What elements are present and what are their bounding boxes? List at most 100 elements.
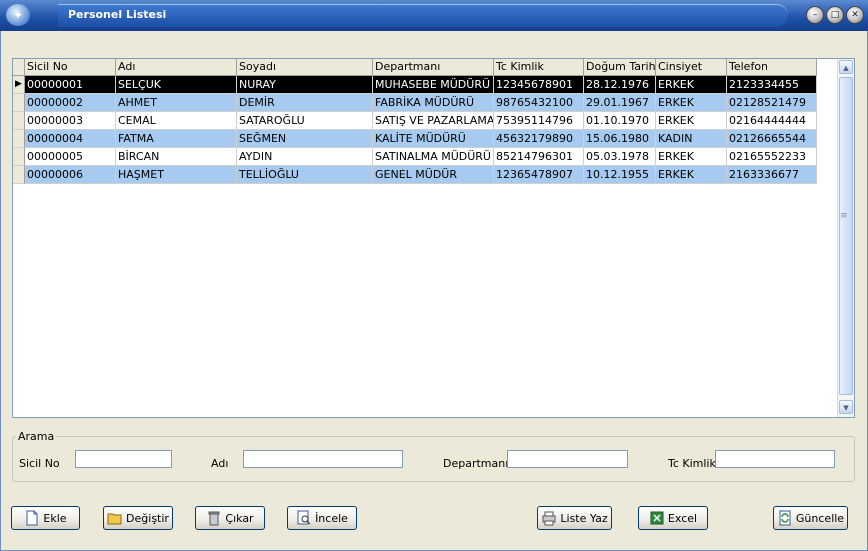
table-cell[interactable]: AHMET: [116, 94, 237, 112]
column-header[interactable]: Sicil No: [25, 59, 116, 75]
table-cell[interactable]: BİRCAN: [116, 148, 237, 166]
table-cell[interactable]: AYDIN: [237, 148, 373, 166]
table-row[interactable]: ▶ 00000001 SELÇUK NURAY MUHASEBE MÜDÜRÜ 12345…: [13, 76, 817, 94]
table-cell[interactable]: KADIN: [656, 130, 727, 148]
adi-label: Adı: [211, 457, 229, 470]
table-cell[interactable]: FATMA: [116, 130, 237, 148]
table-cell[interactable]: SATAROĞLU: [237, 112, 373, 130]
liste-yaz-button[interactable]: Liste Yaz: [537, 506, 612, 530]
table-cell[interactable]: NURAY: [237, 76, 373, 94]
table-cell[interactable]: 98765432100: [494, 94, 584, 112]
table-cell[interactable]: SELÇUK: [116, 76, 237, 94]
table-cell[interactable]: 00000004: [25, 130, 116, 148]
table-cell[interactable]: SATINALMA MÜDÜRÜ: [373, 148, 494, 166]
table-cell[interactable]: 85214796301: [494, 148, 584, 166]
folder-icon: [107, 513, 122, 525]
table-row[interactable]: 00000004 FATMA SEĞMEN KALİTE MÜDÜRÜ 45632179…: [13, 130, 817, 148]
table-cell[interactable]: HAŞMET: [116, 166, 237, 184]
incele-button[interactable]: İncele: [287, 506, 357, 530]
maximize-icon[interactable]: □: [826, 6, 844, 24]
table-cell[interactable]: 2163336677: [727, 166, 817, 184]
table-cell[interactable]: 28.12.1976: [584, 76, 656, 94]
row-indicator[interactable]: [13, 130, 25, 148]
degistir-button[interactable]: Değiştir: [103, 506, 173, 530]
incele-label: İncele: [315, 511, 348, 525]
tc-label: Tc Kimlik: [668, 457, 716, 470]
scroll-down-icon[interactable]: ▼: [839, 400, 853, 414]
table-row[interactable]: 00000003 CEMAL SATAROĞLU SATIŞ VE PAZARLAMA…: [13, 112, 817, 130]
column-header[interactable]: Soyadı: [237, 59, 373, 75]
table-cell[interactable]: ERKEK: [656, 112, 727, 130]
tc-input[interactable]: [715, 450, 835, 468]
table-cell[interactable]: 02128521479: [727, 94, 817, 112]
minimize-icon[interactable]: –: [806, 6, 824, 24]
table-cell[interactable]: 00000005: [25, 148, 116, 166]
window-controls: – □ ✕: [806, 6, 864, 24]
row-indicator[interactable]: [13, 166, 25, 184]
table-cell[interactable]: 12345678901: [494, 76, 584, 94]
row-pointer-icon[interactable]: ▶: [13, 76, 25, 94]
table-cell[interactable]: 45632179890: [494, 130, 584, 148]
row-indicator[interactable]: [13, 94, 25, 112]
title-band: [58, 4, 788, 27]
table-cell[interactable]: ERKEK: [656, 76, 727, 94]
table-cell[interactable]: TELLİOĞLU: [237, 166, 373, 184]
table-row[interactable]: 00000005 BİRCAN AYDIN SATINALMA MÜDÜRÜ 85214…: [13, 148, 817, 166]
title-bar[interactable]: ✦ Personel Listesi – □ ✕: [0, 0, 868, 31]
ekle-button[interactable]: Ekle: [11, 506, 80, 530]
table-cell[interactable]: 01.10.1970: [584, 112, 656, 130]
guncelle-button[interactable]: Güncelle: [773, 506, 848, 530]
column-header[interactable]: Adı: [116, 59, 237, 75]
column-header[interactable]: Cinsiyet: [656, 59, 727, 75]
cikar-button[interactable]: Çıkar: [195, 506, 265, 530]
table-cell[interactable]: 05.03.1978: [584, 148, 656, 166]
column-header[interactable]: Tc Kimlik: [494, 59, 584, 75]
app-icon[interactable]: ✦: [6, 4, 30, 26]
table-cell[interactable]: KALİTE MÜDÜRÜ: [373, 130, 494, 148]
table-cell[interactable]: 02164444444: [727, 112, 817, 130]
table-cell[interactable]: 02165552233: [727, 148, 817, 166]
table-cell[interactable]: 02126665544: [727, 130, 817, 148]
table-cell[interactable]: 00000006: [25, 166, 116, 184]
personnel-grid[interactable]: Sicil No Adı Soyadı Departmanı Tc Kimlik Doğu…: [12, 58, 855, 418]
scroll-up-icon[interactable]: ▲: [839, 60, 853, 74]
table-cell[interactable]: 2123334455: [727, 76, 817, 94]
column-header[interactable]: Telefon: [727, 59, 817, 75]
excel-button[interactable]: Excel: [638, 506, 708, 530]
grid-header: Sicil No Adı Soyadı Departmanı Tc Kimlik Doğu…: [13, 59, 817, 76]
table-cell[interactable]: 10.12.1955: [584, 166, 656, 184]
table-cell[interactable]: SATIŞ VE PAZARLAMA: [373, 112, 494, 130]
table-cell[interactable]: SEĞMEN: [237, 130, 373, 148]
table-cell[interactable]: GENEL MÜDÜR: [373, 166, 494, 184]
table-cell[interactable]: DEMİR: [237, 94, 373, 112]
table-cell[interactable]: FABRİKA MÜDÜRÜ: [373, 94, 494, 112]
table-cell[interactable]: CEMAL: [116, 112, 237, 130]
table-cell[interactable]: 29.01.1967: [584, 94, 656, 112]
table-cell[interactable]: ERKEK: [656, 166, 727, 184]
cikar-label: Çıkar: [225, 511, 254, 525]
scroll-grip-icon: ≡: [840, 211, 848, 221]
departman-input[interactable]: [507, 450, 628, 468]
table-cell[interactable]: MUHASEBE MÜDÜRÜ: [373, 76, 494, 94]
refresh-icon: [779, 510, 791, 526]
table-row[interactable]: 00000006 HAŞMET TELLİOĞLU GENEL MÜDÜR 123654…: [13, 166, 817, 184]
table-cell[interactable]: 00000002: [25, 94, 116, 112]
table-cell[interactable]: 00000003: [25, 112, 116, 130]
vertical-scrollbar[interactable]: ▲ ≡ ▼: [837, 59, 854, 417]
table-cell[interactable]: 12365478907: [494, 166, 584, 184]
adi-input[interactable]: [243, 450, 403, 468]
close-icon[interactable]: ✕: [846, 6, 864, 24]
table-row[interactable]: 00000002 AHMET DEMİR FABRİKA MÜDÜRÜ 98765432…: [13, 94, 817, 112]
table-cell[interactable]: 75395114796: [494, 112, 584, 130]
table-cell[interactable]: 15.06.1980: [584, 130, 656, 148]
row-indicator[interactable]: [13, 148, 25, 166]
scroll-thumb[interactable]: [839, 77, 853, 395]
sicil-label: Sicil No: [19, 457, 60, 470]
table-cell[interactable]: 00000001: [25, 76, 116, 94]
table-cell[interactable]: ERKEK: [656, 94, 727, 112]
column-header[interactable]: Departmanı: [373, 59, 494, 75]
table-cell[interactable]: ERKEK: [656, 148, 727, 166]
column-header[interactable]: Doğum Tarihi: [584, 59, 656, 75]
sicil-input[interactable]: [75, 450, 172, 468]
row-indicator[interactable]: [13, 112, 25, 130]
